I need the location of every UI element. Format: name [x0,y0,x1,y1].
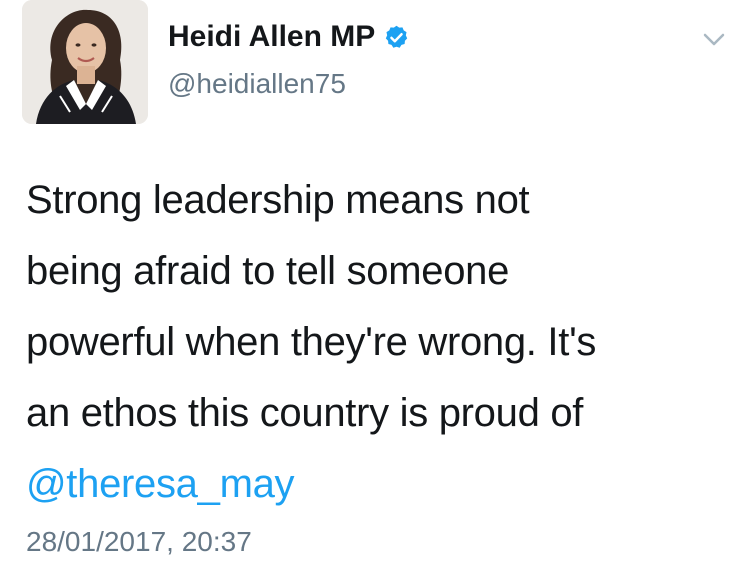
tweet-text-line: an ethos this country is proud of [26,391,584,435]
display-name[interactable]: Heidi Allen MP [168,20,375,54]
mention-link[interactable]: @theresa_may [26,449,736,520]
name-row: Heidi Allen MP [168,20,410,54]
tweet-text-line: Strong leadership means not [26,178,530,222]
profile-photo [22,0,148,124]
avatar[interactable] [22,0,148,124]
verified-badge-icon [383,24,410,51]
tweet-text: Strong leadership means not being afraid… [26,165,736,520]
tweet-text-line: powerful when they're wrong. It's [26,320,597,364]
tweet-card: Heidi Allen MP @heidiallen75 Strong lead… [0,0,750,565]
user-handle[interactable]: @heidiallen75 [168,68,346,100]
chevron-down-icon[interactable] [700,30,728,50]
timestamp[interactable]: 28/01/2017, 20:37 [26,526,252,558]
tweet-text-line: being afraid to tell someone [26,249,510,293]
